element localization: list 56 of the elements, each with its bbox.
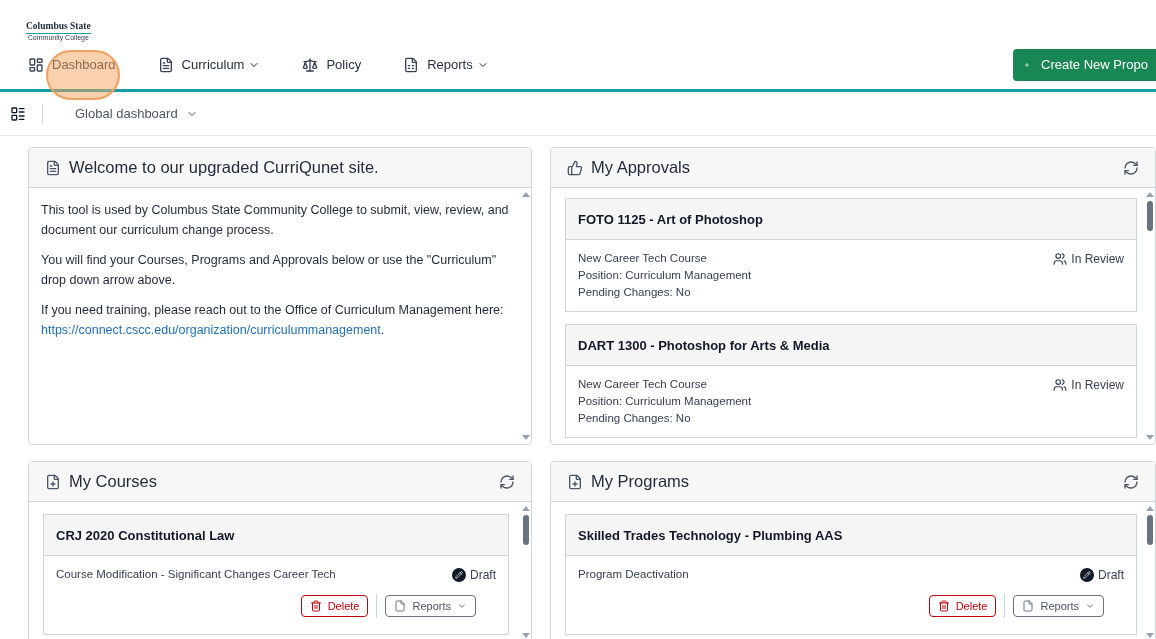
pencil-circle-icon (1080, 568, 1094, 582)
curriculum-management-link[interactable]: https://connect.cscc.edu/organization/curriculummanagement (41, 323, 381, 337)
proposal-title[interactable]: DART 1300 - Photoshop for Arts & Media (578, 338, 830, 353)
training-paragraph: If you need training, please reach out to the Office of Curriculum Management here: https://connect.cscc.edu/organization/curriculummanagement. (41, 302, 505, 339)
people-search-icon (1053, 378, 1068, 392)
proposal-detail: Pending Changes: No (578, 411, 692, 426)
document-icon (1022, 600, 1035, 612)
panel-title: Welcome to our upgraded CurriQunet site. (69, 157, 380, 179)
document-icon (45, 159, 61, 176)
status-label: In Review (1071, 377, 1124, 394)
proposal-detail: Position: Curriculum Management (578, 394, 752, 409)
welcome-paragraph: You will find your Courses, Programs and Approvals below or use the "Curriculum" drop down arrow above. (41, 252, 498, 289)
panel-title: My Courses (69, 471, 159, 493)
panel-title: My Approvals (591, 157, 692, 179)
delete-button[interactable]: Delete (928, 594, 997, 618)
proposal-title[interactable]: FOTO 1125 - Art of Photoshop (578, 212, 763, 227)
nav-link[interactable]: Curriculum (157, 54, 261, 75)
proposal-detail: New Career Tech Course (578, 377, 708, 392)
file-plus-icon (567, 473, 583, 490)
scales-icon (302, 56, 319, 73)
trash-icon (937, 600, 950, 612)
nav-link[interactable]: Reports (403, 54, 489, 75)
status-label: Draft (1098, 567, 1124, 584)
reports-dropdown[interactable]: Reports (385, 594, 476, 618)
thumbs-up-icon (567, 159, 583, 176)
delete-button[interactable]: Delete (300, 594, 369, 618)
caret-icon (457, 601, 467, 611)
proposal-title[interactable]: CRJ 2020 Constitutional Law (56, 528, 235, 543)
nav-link[interactable]: Policy (302, 54, 362, 75)
proposal-detail: Position: Curriculum Management (578, 268, 752, 283)
dashboard-edit-icon[interactable] (10, 105, 26, 122)
refresh-icon[interactable] (499, 473, 515, 490)
panel-title: My Programs (591, 471, 691, 493)
trash-icon (309, 600, 322, 612)
welcome-paragraph: This tool is used by Columbus State Community College to submit, view, review, and document our curriculum change process. (41, 202, 509, 239)
status-label: In Review (1071, 251, 1124, 268)
dashboard-icon (28, 56, 44, 73)
refresh-icon[interactable] (1123, 159, 1139, 176)
document-icon (394, 600, 407, 612)
nav-link[interactable]: Dashboard (28, 54, 116, 75)
people-search-icon (1053, 252, 1068, 266)
proposal-detail: Course Modification - Significant Changes Career Tech (56, 567, 336, 582)
reports-dropdown[interactable]: Reports (1013, 594, 1104, 618)
pencil-circle-icon (452, 568, 466, 582)
caret-icon (1085, 601, 1095, 611)
status-label: Draft (470, 567, 496, 584)
document-icon (403, 56, 420, 73)
proposal-title[interactable]: Skilled Trades Technology - Plumbing AAS (578, 528, 843, 543)
dashboard-select[interactable]: Global dashboard (75, 103, 198, 124)
file-plus-icon (45, 473, 61, 490)
proposal-detail: Program Deactivation (578, 567, 689, 582)
refresh-icon[interactable] (1123, 473, 1139, 490)
proposal-detail: Pending Changes: No (578, 285, 692, 300)
document-icon (157, 56, 174, 73)
proposal-detail: New Career Tech Course (578, 251, 708, 266)
create-proposal-button[interactable]: Create New Propo (1013, 48, 1156, 81)
